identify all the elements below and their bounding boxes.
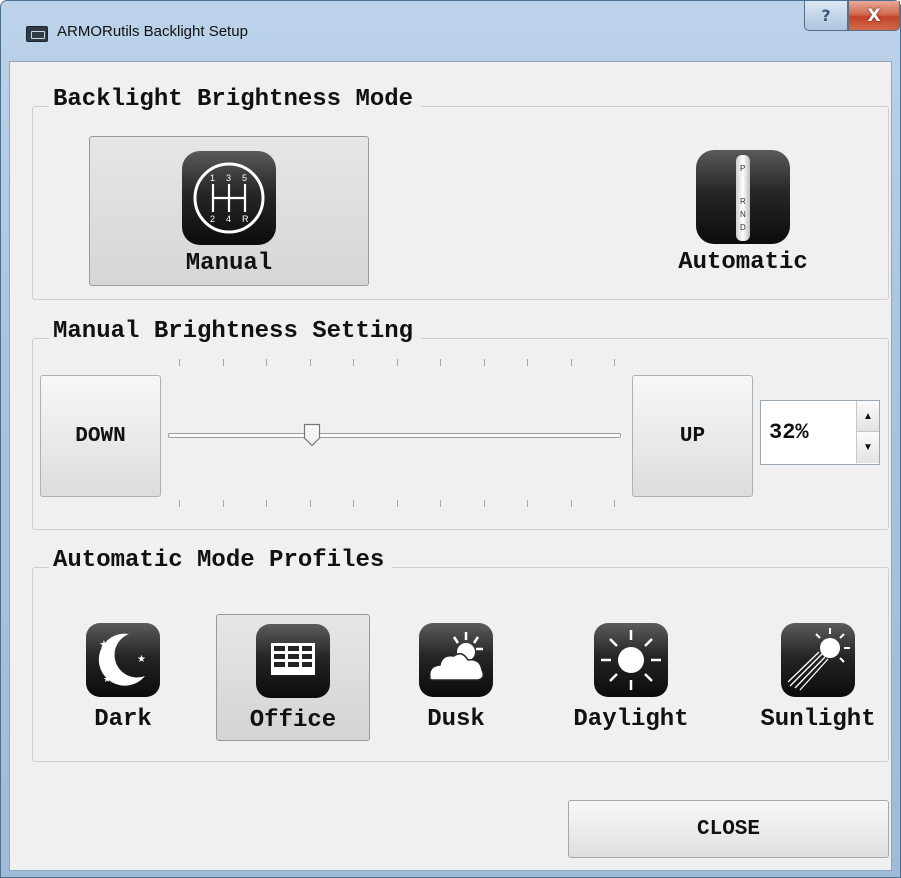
slider-tick [396, 500, 398, 507]
manual-mode-label: Manual [185, 250, 273, 277]
profile-daylight-label: Daylight [573, 706, 689, 733]
automatic-profiles-group: Automatic Mode Profiles ★ ★ ★ Dark Offic… [32, 547, 889, 762]
window-title: ARMORutils Backlight Setup [57, 23, 248, 40]
slider-tick [222, 359, 224, 366]
slider-ticks-bottom [179, 500, 619, 512]
slider-tick [527, 500, 528, 507]
profile-dusk-button[interactable]: Dusk [406, 614, 506, 741]
sun-icon [594, 623, 668, 697]
gear-number: 1 [210, 173, 215, 183]
slider-tick [266, 359, 267, 366]
slider-tick [570, 359, 572, 366]
manual-mode-button[interactable]: 1 3 5 2 4 R Manual [89, 136, 369, 286]
spin-up-arrow-icon[interactable]: ▲ [856, 401, 879, 432]
slider-tick [266, 500, 267, 507]
profile-sunlight-button[interactable]: Sunlight [747, 614, 889, 741]
close-button[interactable]: CLOSE [568, 800, 889, 858]
client-area: Backlight Brightness Mode 1 3 5 2 4 R Ma… [9, 61, 892, 871]
profile-office-label: Office [249, 707, 337, 734]
slider-tick [527, 359, 528, 366]
gear-letter: N [740, 210, 746, 219]
moon-stars-icon: ★ ★ ★ [86, 623, 160, 697]
brightness-mode-group: Backlight Brightness Mode 1 3 5 2 4 R Ma… [32, 86, 889, 300]
automatic-gearshift-icon: P R N D [696, 150, 790, 244]
automatic-mode-label: Automatic [678, 249, 808, 276]
bright-sun-rays-icon [781, 623, 855, 697]
slider-tick [222, 500, 224, 507]
manual-brightness-title: Manual Brightness Setting [49, 318, 422, 346]
app-window: ARMORutils Backlight Setup ? X Backlight… [0, 0, 901, 878]
slider-tick [353, 359, 354, 366]
brightness-value-text[interactable]: 32% [769, 401, 809, 464]
automatic-mode-button[interactable]: P R N D Automatic [603, 136, 883, 286]
gear-number: 5 [242, 173, 247, 183]
slider-tick [483, 359, 485, 366]
app-icon [26, 26, 48, 42]
slider-tick [440, 500, 441, 507]
brightness-down-button[interactable]: DOWN [40, 375, 161, 497]
manual-brightness-group: Manual Brightness Setting DOWN UP 32% ▲ … [32, 318, 889, 530]
profile-dusk-label: Dusk [427, 706, 485, 733]
gear-number: 3 [226, 173, 231, 183]
svg-text:★: ★ [99, 638, 109, 651]
brightness-slider-thumb[interactable] [303, 423, 321, 447]
help-button[interactable]: ? [804, 1, 848, 31]
slider-tick [309, 359, 311, 366]
gear-letter: D [740, 223, 746, 232]
slider-tick [440, 359, 441, 366]
slider-tick [353, 500, 354, 507]
svg-text:★: ★ [137, 654, 146, 665]
automatic-profiles-title: Automatic Mode Profiles [49, 547, 393, 575]
slider-tick [179, 359, 180, 366]
profile-dark-button[interactable]: ★ ★ ★ Dark [73, 614, 173, 741]
profile-office-button[interactable]: Office [216, 614, 370, 741]
gear-number: 2 [210, 214, 215, 224]
brightness-mode-title: Backlight Brightness Mode [49, 86, 422, 114]
title-bar[interactable]: ARMORutils Backlight Setup ? X [1, 1, 900, 61]
slider-tick [396, 359, 398, 366]
office-building-icon [256, 624, 330, 698]
gear-number: 4 [226, 214, 231, 224]
slider-ticks-top [179, 359, 619, 371]
slider-tick [483, 500, 485, 507]
slider-tick [614, 500, 615, 507]
cloud-sun-icon [419, 623, 493, 697]
svg-text:★: ★ [103, 675, 111, 685]
brightness-slider-track[interactable] [168, 433, 621, 438]
profile-daylight-button[interactable]: Daylight [556, 614, 706, 741]
brightness-value-spinbox[interactable]: 32% ▲ ▼ [760, 400, 880, 465]
profile-dark-label: Dark [94, 706, 152, 733]
slider-tick [309, 500, 311, 507]
window-close-button[interactable]: X [848, 1, 900, 31]
gear-number: R [242, 214, 249, 224]
brightness-up-button[interactable]: UP [632, 375, 753, 497]
spin-down-arrow-icon[interactable]: ▼ [856, 432, 879, 463]
gear-letter: R [740, 197, 746, 206]
gear-letter: P [740, 164, 745, 173]
manual-gearshift-icon: 1 3 5 2 4 R [182, 151, 276, 245]
slider-tick [614, 359, 615, 366]
slider-tick [179, 500, 180, 507]
slider-tick [570, 500, 572, 507]
profile-sunlight-label: Sunlight [760, 706, 876, 733]
